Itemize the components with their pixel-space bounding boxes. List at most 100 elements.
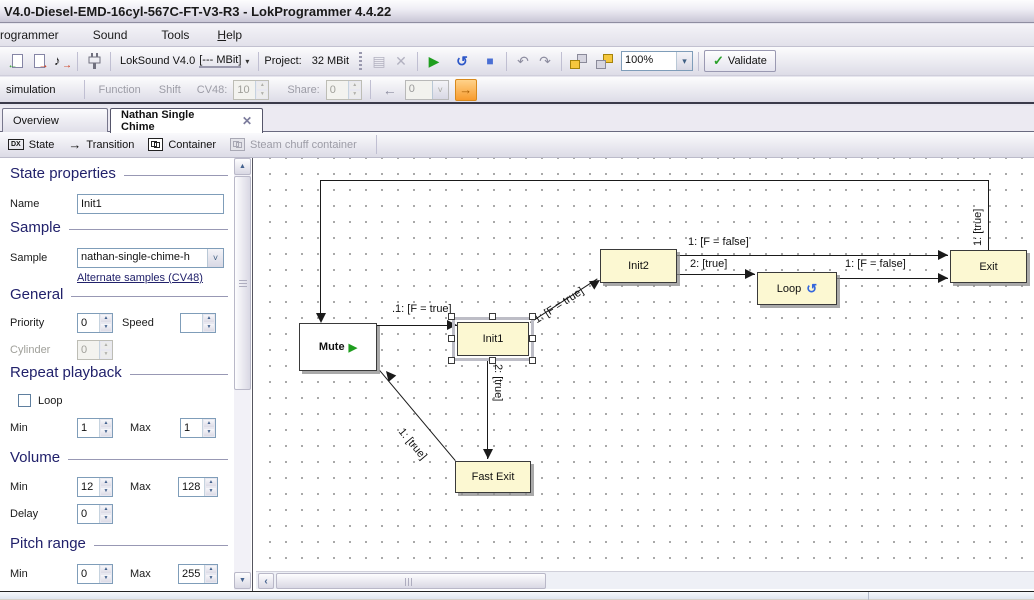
chevron-down-icon[interactable]: ˅ [207,249,223,267]
repeat-max-value[interactable]: 1 [181,419,202,437]
delay-stepper[interactable]: 0 ▲▼ [77,504,113,524]
sample-combobox[interactable]: nathan-single-chime-h ˅ [77,248,224,268]
state-node-init1[interactable]: Init1 [457,322,529,356]
selection-handle[interactable] [448,335,455,342]
transition-label[interactable]: .1: [F = true] [392,303,452,315]
transition-exit-to-mute[interactable] [320,180,989,181]
priority-value[interactable]: 0 [78,314,99,332]
zoom-out-button[interactable] [593,50,615,72]
diagram-canvas[interactable]: 1: [true] .1: [F = true] 1: [F = true] 1… [256,158,1034,591]
speed-value[interactable] [181,314,202,332]
transition-label[interactable]: 1: [F = false] [688,236,749,248]
up-arrow-icon[interactable]: ▲ [205,478,217,487]
insert-container-button[interactable]: Container [148,138,216,151]
up-arrow-icon[interactable]: ▲ [203,419,215,428]
repeat-min-value[interactable]: 1 [78,419,99,437]
down-arrow-icon[interactable]: ▼ [205,574,217,583]
programmer-connection-button[interactable] [83,50,105,72]
transition-label[interactable]: 2: [true] [690,258,727,270]
state-node-fast-exit[interactable]: Fast Exit [455,461,531,493]
state-node-exit[interactable]: Exit [950,250,1027,283]
delay-value[interactable]: 0 [78,505,99,523]
down-arrow-icon[interactable]: ▼ [100,487,112,496]
insert-state-button[interactable]: DX State [8,139,54,151]
pitch-min-value[interactable]: 0 [78,565,99,583]
canvas-h-scrollbar[interactable]: ‹ [256,571,1034,589]
speed-stepper[interactable]: ▲▼ [180,313,216,333]
transition-mute-to-init1[interactable] [377,325,457,326]
state-node-loop[interactable]: Loop ↺ [757,272,837,305]
scroll-left-button[interactable]: ‹ [258,573,274,589]
write-to-device-button[interactable]: → [28,50,50,72]
menu-help[interactable]: Help [207,25,252,45]
volume-min-stepper[interactable]: 12 ▲▼ [77,477,113,497]
step-back-button[interactable]: ← [379,79,401,101]
loop-play-button[interactable]: ↺ [451,50,473,72]
scroll-up-button[interactable]: ▲ [234,158,251,175]
volume-max-value[interactable]: 128 [179,478,204,496]
transition-init2-to-exit[interactable] [677,255,948,256]
stop-button[interactable]: ■ [479,50,501,72]
pitch-max-value[interactable]: 255 [179,565,204,583]
name-field[interactable]: Init1 [77,194,224,214]
selection-handle[interactable] [529,335,536,342]
decoder-type-dropdown[interactable]: LokSound V4.0 [--- MBit] ▾ [116,54,253,68]
down-arrow-icon[interactable]: ▼ [100,514,112,523]
step-forward-button[interactable]: → [455,79,477,101]
panel-scrollbar[interactable]: ▲ ▼ [234,158,251,590]
down-arrow-icon[interactable]: ▼ [100,574,112,583]
toolbar-grip[interactable] [359,52,362,70]
chevron-down-icon[interactable]: ▾ [676,52,692,70]
tab-nathan-single-chime[interactable]: Nathan Single Chime ✕ [110,108,263,133]
transition-label[interactable]: 2: [true] [492,364,504,401]
title-bar[interactable]: V4.0-Diesel-EMD-16cyl-567C-FT-V3-R3 - Lo… [0,0,1034,23]
up-arrow-icon[interactable]: ▲ [203,314,215,323]
transition-loop-to-exit[interactable] [837,278,948,279]
state-node-mute[interactable]: Mute ▶ [299,323,377,371]
repeat-max-stepper[interactable]: 1 ▲▼ [180,418,216,438]
up-arrow-icon[interactable]: ▲ [100,419,112,428]
scrollbar-thumb[interactable] [234,176,251,390]
down-arrow-icon[interactable]: ▼ [203,323,215,332]
up-arrow-icon[interactable]: ▲ [100,478,112,487]
tab-overview[interactable]: Overview [2,108,108,132]
selection-handle[interactable] [448,357,455,364]
down-arrow-icon[interactable]: ▼ [100,428,112,437]
read-from-device-button[interactable]: ← [6,50,28,72]
volume-max-stepper[interactable]: 128 ▲▼ [178,477,218,497]
write-sound-button[interactable]: ♪→ [50,50,72,72]
pitch-min-stepper[interactable]: 0 ▲▼ [77,564,113,584]
transition-init1-to-fastexit[interactable] [487,358,488,459]
zoom-level-combobox[interactable]: 100% ▾ [621,51,693,71]
selection-handle[interactable] [489,313,496,320]
insert-transition-button[interactable]: → Transition [68,137,134,152]
selection-handle[interactable] [529,313,536,320]
loop-checkbox[interactable] [18,394,31,407]
transition-label[interactable]: 1: [true] [972,209,984,246]
selection-handle[interactable] [529,357,536,364]
transition-init2-to-loop[interactable] [677,274,755,275]
up-arrow-icon[interactable]: ▲ [205,565,217,574]
play-button[interactable]: ▶ [423,50,445,72]
selection-handle[interactable] [489,357,496,364]
scrollbar-thumb[interactable] [276,573,546,589]
zoom-in-button[interactable] [567,50,589,72]
scroll-down-button[interactable]: ▼ [234,572,251,589]
priority-stepper[interactable]: 0 ▲▼ [77,313,113,333]
down-arrow-icon[interactable]: ▼ [205,487,217,496]
transition-label[interactable]: 1: [F = false] [845,258,906,270]
menu-sound[interactable]: Sound [83,25,138,45]
validate-button[interactable]: ✓ Validate [704,50,776,72]
up-arrow-icon[interactable]: ▲ [100,314,112,323]
up-arrow-icon[interactable]: ▲ [100,565,112,574]
up-arrow-icon[interactable]: ▲ [100,505,112,514]
selection-handle[interactable] [448,313,455,320]
transition-label[interactable]: 1: [F = true] [532,285,586,326]
state-node-init2[interactable]: Init2 [600,249,677,283]
transition-label[interactable]: 1: [true] [396,426,429,462]
close-tab-icon[interactable]: ✕ [242,114,252,128]
menu-programmer[interactable]: rogrammer [0,25,69,45]
down-arrow-icon[interactable]: ▼ [100,323,112,332]
volume-min-value[interactable]: 12 [78,478,99,496]
down-arrow-icon[interactable]: ▼ [203,428,215,437]
